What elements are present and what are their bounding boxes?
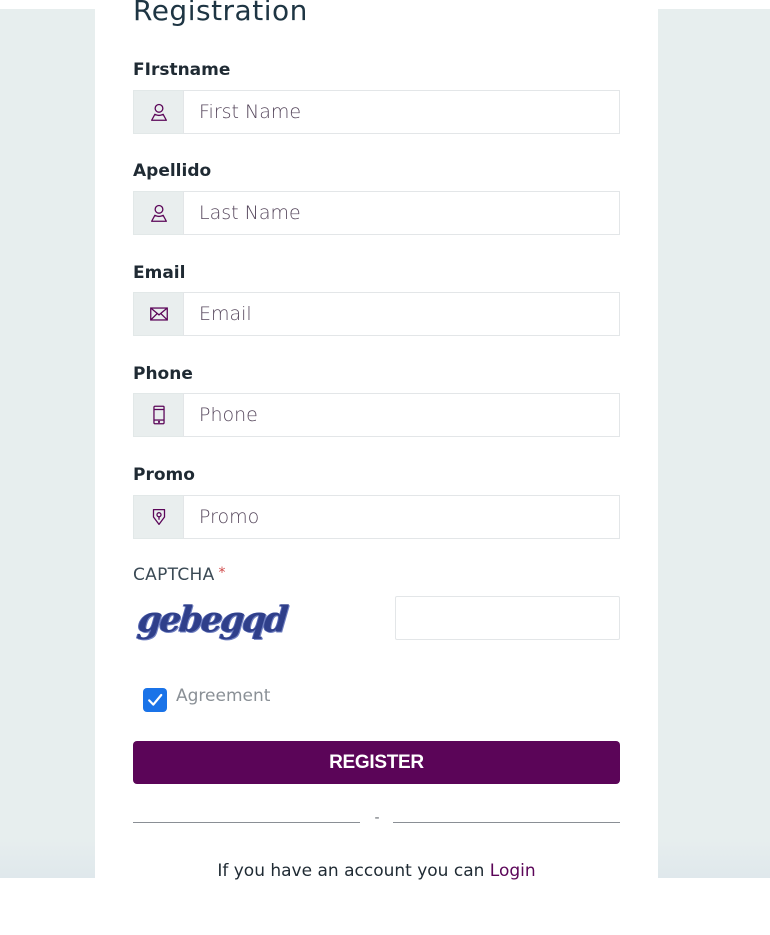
email-group [133,292,620,336]
phone-input[interactable] [183,393,620,437]
phone-group [133,393,620,437]
firstname-label: FIrstname [133,60,231,80]
register-button[interactable]: REGISTER [133,741,620,784]
captcha-image-text: gebegqd [135,599,289,641]
divider-line-left [133,822,360,823]
login-prompt-text: If you have an account you can [217,861,485,881]
promo-input[interactable] [183,495,620,539]
envelope-icon [133,292,183,336]
email-label: Email [133,263,186,283]
promo-label: Promo [133,465,195,485]
divider-mark: - [374,810,380,826]
agreement-label[interactable]: Agreement [176,686,270,706]
firstname-group [133,90,620,134]
phone-label: Phone [133,364,193,384]
captcha-label: CAPTCHA * [133,565,226,585]
captcha-label-text: CAPTCHA [133,565,215,585]
divider-line-right [393,822,620,823]
promo-group [133,495,620,539]
checkmark-icon [148,693,163,706]
required-mark: * [218,565,226,581]
user-icon [133,90,183,134]
user-icon [133,191,183,235]
captcha-image: gebegqd [136,599,288,652]
phone-icon [133,393,183,437]
lastname-group [133,191,620,235]
lastname-input[interactable] [183,191,620,235]
login-prompt: If you have an account you can Login [0,861,753,881]
tag-icon [133,495,183,539]
page-title: Registration [133,0,308,27]
lastname-label: Apellido [133,161,212,181]
captcha-input[interactable] [395,596,620,640]
login-link[interactable]: Login [490,861,536,881]
agreement-checkbox[interactable] [143,688,167,712]
firstname-input[interactable] [183,90,620,134]
email-input[interactable] [183,292,620,336]
